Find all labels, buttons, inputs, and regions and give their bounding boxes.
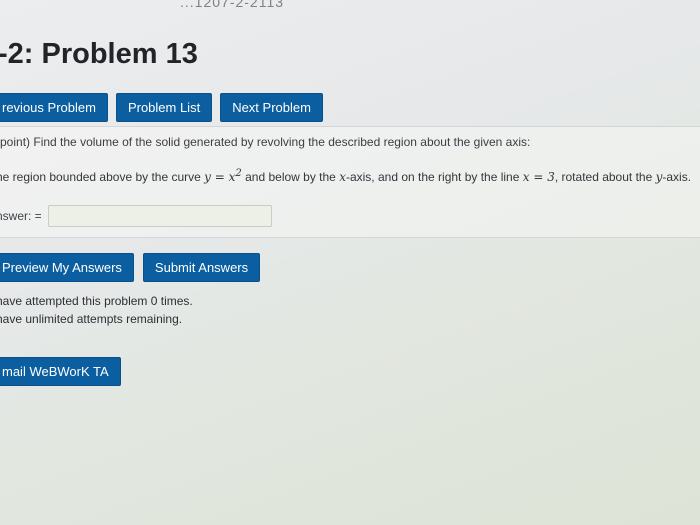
prompt-text: Find the volume of the solid generated b… xyxy=(33,135,531,149)
webwork-page: ...1207-2-2113 -2: Problem 13 revious Pr… xyxy=(0,0,700,525)
submit-row: Preview My Answers Submit Answers xyxy=(0,253,261,282)
attempts-remaining-text: have unlimited attempts remaining. xyxy=(0,312,183,326)
next-problem-button[interactable]: Next Problem xyxy=(220,93,323,122)
region-text-mid: and below by the xyxy=(245,170,340,184)
problem-prompt: point) Find the volume of the solid gene… xyxy=(0,135,530,149)
region-text-tail: -axis. xyxy=(662,170,692,184)
preview-answers-button[interactable]: Preview My Answers xyxy=(0,253,134,282)
axis-var: x xyxy=(339,170,346,184)
problem-statement: he region bounded above by the curve y =… xyxy=(0,168,691,184)
submit-answers-button[interactable]: Submit Answers xyxy=(142,253,261,282)
region-text-start: he region bounded above by the curve xyxy=(0,170,205,184)
answer-input[interactable] xyxy=(47,205,272,227)
top-crumb: ...1207-2-2113 xyxy=(180,0,285,10)
problem-list-button[interactable]: Problem List xyxy=(115,93,213,122)
points-label: point) xyxy=(0,135,31,149)
attempts-count-text: have attempted this problem 0 times. xyxy=(0,294,193,308)
problem-nav: revious Problem Problem List Next Proble… xyxy=(0,93,323,122)
region-text-mid2: -axis, and on the right by the line xyxy=(345,170,523,184)
line-equation: x = 3 xyxy=(522,170,555,184)
page-title: -2: Problem 13 xyxy=(0,38,198,70)
answer-label: nswer: = xyxy=(0,209,42,223)
attempts-info: have attempted this problem 0 times. hav… xyxy=(0,292,193,328)
curve-equation: y = x2 xyxy=(204,168,242,184)
email-ta-button[interactable]: mail WeBWorK TA xyxy=(0,357,121,386)
previous-problem-button[interactable]: revious Problem xyxy=(0,93,108,122)
region-text-end: , rotated about the xyxy=(554,170,656,184)
answer-row: nswer: = xyxy=(0,205,272,227)
